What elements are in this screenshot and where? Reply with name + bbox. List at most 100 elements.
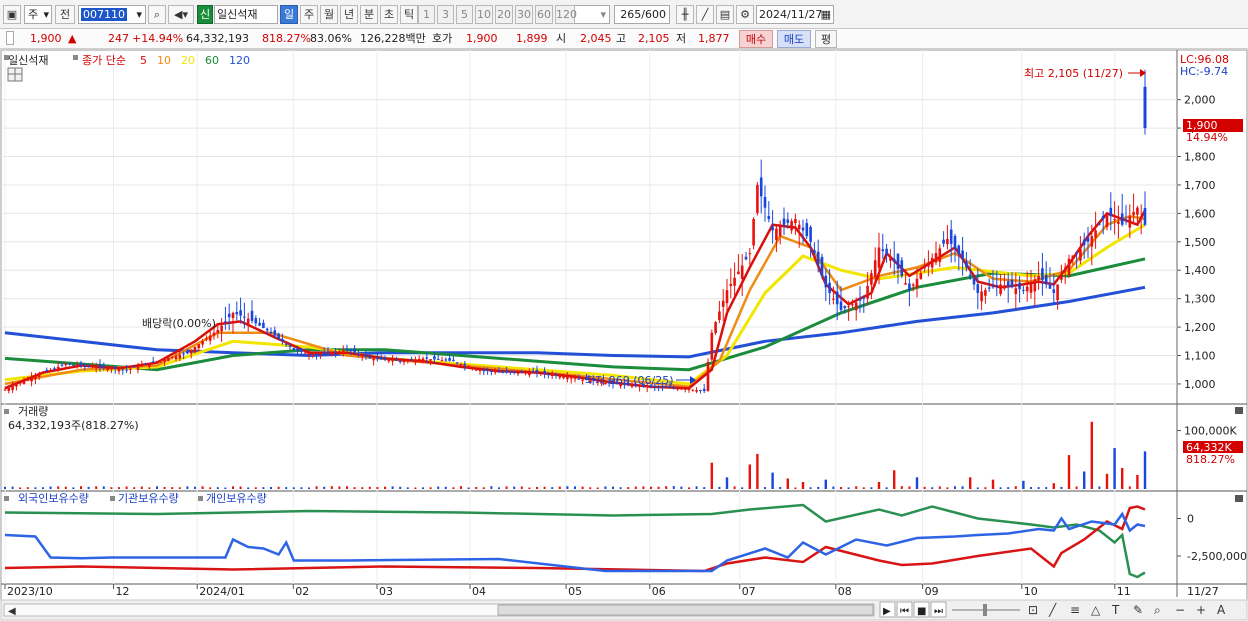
candle-body: [1079, 248, 1082, 261]
interval-button-5[interactable]: 5: [456, 5, 473, 24]
volume-bar: [292, 487, 295, 489]
save-icon[interactable]: ▤: [716, 5, 734, 24]
volume-panel-close-icon[interactable]: [1235, 407, 1243, 414]
scroll-handle[interactable]: [6, 31, 14, 45]
volume-bar: [232, 486, 234, 489]
volume-bar: [330, 486, 333, 489]
candle-body: [786, 219, 790, 223]
volume-bar: [308, 487, 310, 489]
volume-bar: [1128, 486, 1131, 489]
candle-body: [110, 368, 113, 370]
y-tick-label: 1,300: [1184, 293, 1216, 306]
period-tab-분[interactable]: 분: [360, 5, 378, 24]
candle-body: [26, 378, 30, 381]
volume-bar: [665, 486, 668, 489]
window-icon[interactable]: ▣: [3, 5, 21, 24]
count-field[interactable]: 265/600: [614, 5, 670, 24]
date-field[interactable]: 2024/11/27 ▦: [756, 5, 834, 24]
volume-bar: [406, 487, 409, 489]
holding-panel-close-icon[interactable]: [1235, 495, 1243, 502]
period-tab-일[interactable]: 일: [280, 5, 298, 24]
candle-body: [900, 260, 904, 276]
volume-bar: [741, 487, 744, 489]
open-price: 2,045: [580, 32, 612, 45]
sell-button[interactable]: 매도: [777, 30, 811, 48]
prefix-button[interactable]: 전: [55, 5, 75, 24]
text-tool-icon: T: [1111, 603, 1120, 617]
candle-body: [516, 372, 520, 374]
candle-body: [554, 374, 558, 376]
high-label: 고: [616, 32, 627, 45]
eval-button[interactable]: 평: [815, 30, 837, 48]
zoom-slider-handle[interactable]: [983, 604, 987, 616]
period-tab-초[interactable]: 초: [380, 5, 398, 24]
volume-bar: [42, 487, 44, 489]
volume-bar: [102, 486, 105, 489]
candle-body: [581, 379, 584, 381]
volume-ratio: 818.27%: [262, 32, 311, 45]
volume-bar: [855, 486, 858, 489]
y-tick-label: 1,000: [1184, 378, 1216, 391]
candle-body: [281, 338, 284, 342]
interval-button-10[interactable]: 10: [475, 5, 493, 24]
candle-body: [459, 364, 463, 366]
interval-button-3[interactable]: 3: [437, 5, 454, 24]
candle-body: [117, 369, 121, 372]
candle-body: [463, 363, 467, 366]
candle-body: [528, 372, 531, 376]
volume-bar: [946, 487, 949, 489]
scroll-thumb[interactable]: [497, 604, 874, 616]
candle-body: [710, 332, 714, 360]
volume-bar: [520, 486, 523, 489]
period-tab-월[interactable]: 월: [320, 5, 338, 24]
search-icon[interactable]: ⌕: [148, 5, 166, 24]
open-label: 시: [556, 32, 567, 45]
ma-legend-20: 20: [181, 54, 195, 67]
volume-bar: [938, 486, 941, 489]
volume-bar: [619, 487, 622, 489]
speaker-icon[interactable]: ◀▾: [168, 5, 194, 24]
candle-body: [83, 365, 87, 367]
interval-button-60[interactable]: 60: [535, 5, 553, 24]
candle-body: [877, 247, 881, 268]
candle-body: [752, 219, 755, 246]
volume-bar: [34, 487, 37, 489]
candle-body: [699, 390, 702, 392]
y-tick-label: 1,600: [1184, 207, 1216, 220]
candle-body: [972, 278, 976, 285]
volume-bar: [1037, 487, 1040, 489]
candle-body: [163, 359, 166, 362]
candle-body: [94, 366, 98, 368]
ask-price: 1,900: [466, 32, 498, 45]
period-tab-틱[interactable]: 틱: [400, 5, 418, 24]
interval-button-30[interactable]: 30: [515, 5, 533, 24]
candle-body: [828, 282, 831, 293]
volume-bar: [452, 487, 455, 489]
volume-bar: [999, 487, 1002, 489]
stock-name-field[interactable]: 일신석재: [214, 5, 278, 24]
candle-body: [486, 369, 489, 371]
candle-body: [212, 332, 216, 336]
volume-bar: [247, 487, 250, 489]
candle-type-icon[interactable]: ╫: [676, 5, 694, 24]
code-input[interactable]: 007110 ▾: [78, 5, 146, 24]
interval-button-20[interactable]: 20: [495, 5, 513, 24]
candle-body: [478, 370, 482, 372]
candle-body: [220, 325, 223, 332]
candle-body: [440, 360, 444, 362]
market-select[interactable]: 주 ▾: [24, 5, 52, 24]
buy-button[interactable]: 매수: [739, 30, 773, 48]
candle-body: [178, 354, 182, 359]
candle-body: [315, 355, 318, 357]
interval-button-120[interactable]: 120: [555, 5, 577, 24]
interval-button-1[interactable]: 1: [418, 5, 435, 24]
candle-body: [87, 366, 90, 368]
period-tab-년[interactable]: 년: [340, 5, 358, 24]
candle-body: [121, 369, 125, 371]
volume-bar: [368, 486, 371, 489]
line-type-icon[interactable]: ╱: [696, 5, 714, 24]
volume-bar: [171, 487, 174, 489]
candle-body: [558, 375, 562, 378]
gear-icon[interactable]: ⚙: [736, 5, 754, 24]
period-tab-주[interactable]: 주: [300, 5, 318, 24]
